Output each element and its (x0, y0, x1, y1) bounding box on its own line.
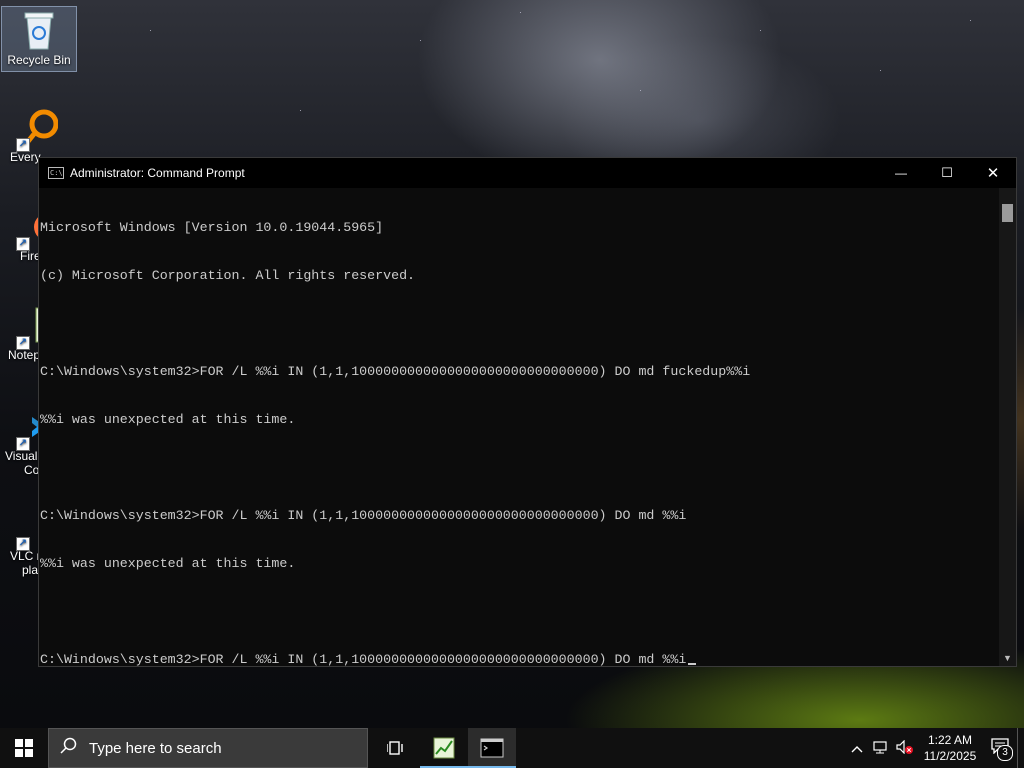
console-line: C:\Windows\system32>FOR /L %%i IN (1,1,1… (40, 508, 687, 523)
console-line: (c) Microsoft Corporation. All rights re… (40, 268, 416, 283)
close-button[interactable]: ✕ (970, 158, 1016, 188)
action-center-button[interactable]: 3 (983, 737, 1017, 761)
window-titlebar[interactable]: C:\ Administrator: Command Prompt — ☐ ✕ (39, 158, 1016, 188)
minimize-button[interactable]: — (878, 158, 924, 188)
scroll-up-icon[interactable] (999, 188, 1016, 204)
vertical-scrollbar[interactable]: ▼ (999, 188, 1016, 666)
maximize-icon: ☐ (941, 165, 953, 180)
maximize-button[interactable]: ☐ (924, 158, 970, 188)
taskbar-search-box[interactable]: Type here to search (48, 728, 368, 768)
recycle-bin-icon (19, 9, 59, 53)
shortcut-arrow-icon: ↗ (16, 537, 30, 551)
minimize-icon: — (895, 166, 907, 180)
shortcut-arrow-icon: ↗ (16, 138, 30, 152)
cmd-app-icon: C:\ (48, 167, 64, 179)
start-button[interactable] (0, 728, 48, 768)
windows-logo-icon (15, 739, 33, 757)
console-line: Microsoft Windows [Version 10.0.19044.59… (40, 220, 384, 235)
everything-search-icon: ↗ (16, 106, 59, 152)
text-cursor (688, 663, 697, 665)
taskbar-app-chart[interactable] (420, 728, 468, 768)
notification-count-badge: 3 (997, 744, 1013, 761)
scrollbar-thumb[interactable] (1002, 204, 1013, 222)
command-prompt-window[interactable]: C:\ Administrator: Command Prompt — ☐ ✕ … (38, 157, 1017, 667)
task-view-button[interactable] (372, 728, 420, 768)
network-icon[interactable] (869, 740, 893, 757)
system-tray: 1:22 AM 11/2/2025 3 (845, 728, 1024, 768)
console-line: %%i was unexpected at this time. (40, 412, 296, 427)
console-output[interactable]: Microsoft Windows [Version 10.0.19044.59… (39, 188, 999, 666)
clock-time: 1:22 AM (927, 733, 973, 747)
console-line: %%i was unexpected at this time. (40, 556, 296, 571)
shortcut-arrow-icon: ↗ (16, 237, 30, 251)
close-icon: ✕ (986, 165, 1000, 182)
window-title: Administrator: Command Prompt (70, 166, 245, 180)
search-icon (49, 737, 89, 760)
desktop-icon-recycle-bin[interactable]: Recycle Bin (1, 6, 77, 72)
volume-muted-icon[interactable] (893, 739, 917, 757)
show-desktop-button[interactable] (1017, 728, 1024, 768)
cmd-taskbar-icon (480, 738, 504, 758)
scroll-down-icon[interactable]: ▼ (999, 650, 1016, 666)
taskbar-clock[interactable]: 1:22 AM 11/2/2025 (917, 732, 983, 764)
shortcut-arrow-icon: ↗ (16, 437, 30, 451)
taskbar: Type here to search 1:22 AM 11/2/2025 3 (0, 728, 1024, 768)
clock-date: 11/2/2025 (923, 749, 977, 763)
taskbar-app-command-prompt[interactable] (468, 728, 516, 768)
desktop-icon-label: Recycle Bin (7, 53, 71, 67)
console-line: C:\Windows\system32>FOR /L %%i IN (1,1,1… (40, 364, 751, 379)
console-input-line[interactable]: C:\Windows\system32>FOR /L %%i IN (1,1,1… (39, 652, 999, 666)
search-placeholder: Type here to search (89, 739, 222, 757)
task-view-icon (387, 741, 403, 755)
show-hidden-icons-chevron-icon[interactable] (845, 741, 869, 756)
task-manager-app-icon (433, 737, 455, 759)
console-current-command: C:\Windows\system32>FOR /L %%i IN (1,1,1… (40, 652, 687, 666)
desktop-icon-everything[interactable]: ↗ Every (0, 106, 76, 164)
shortcut-arrow-icon: ↗ (16, 336, 30, 350)
